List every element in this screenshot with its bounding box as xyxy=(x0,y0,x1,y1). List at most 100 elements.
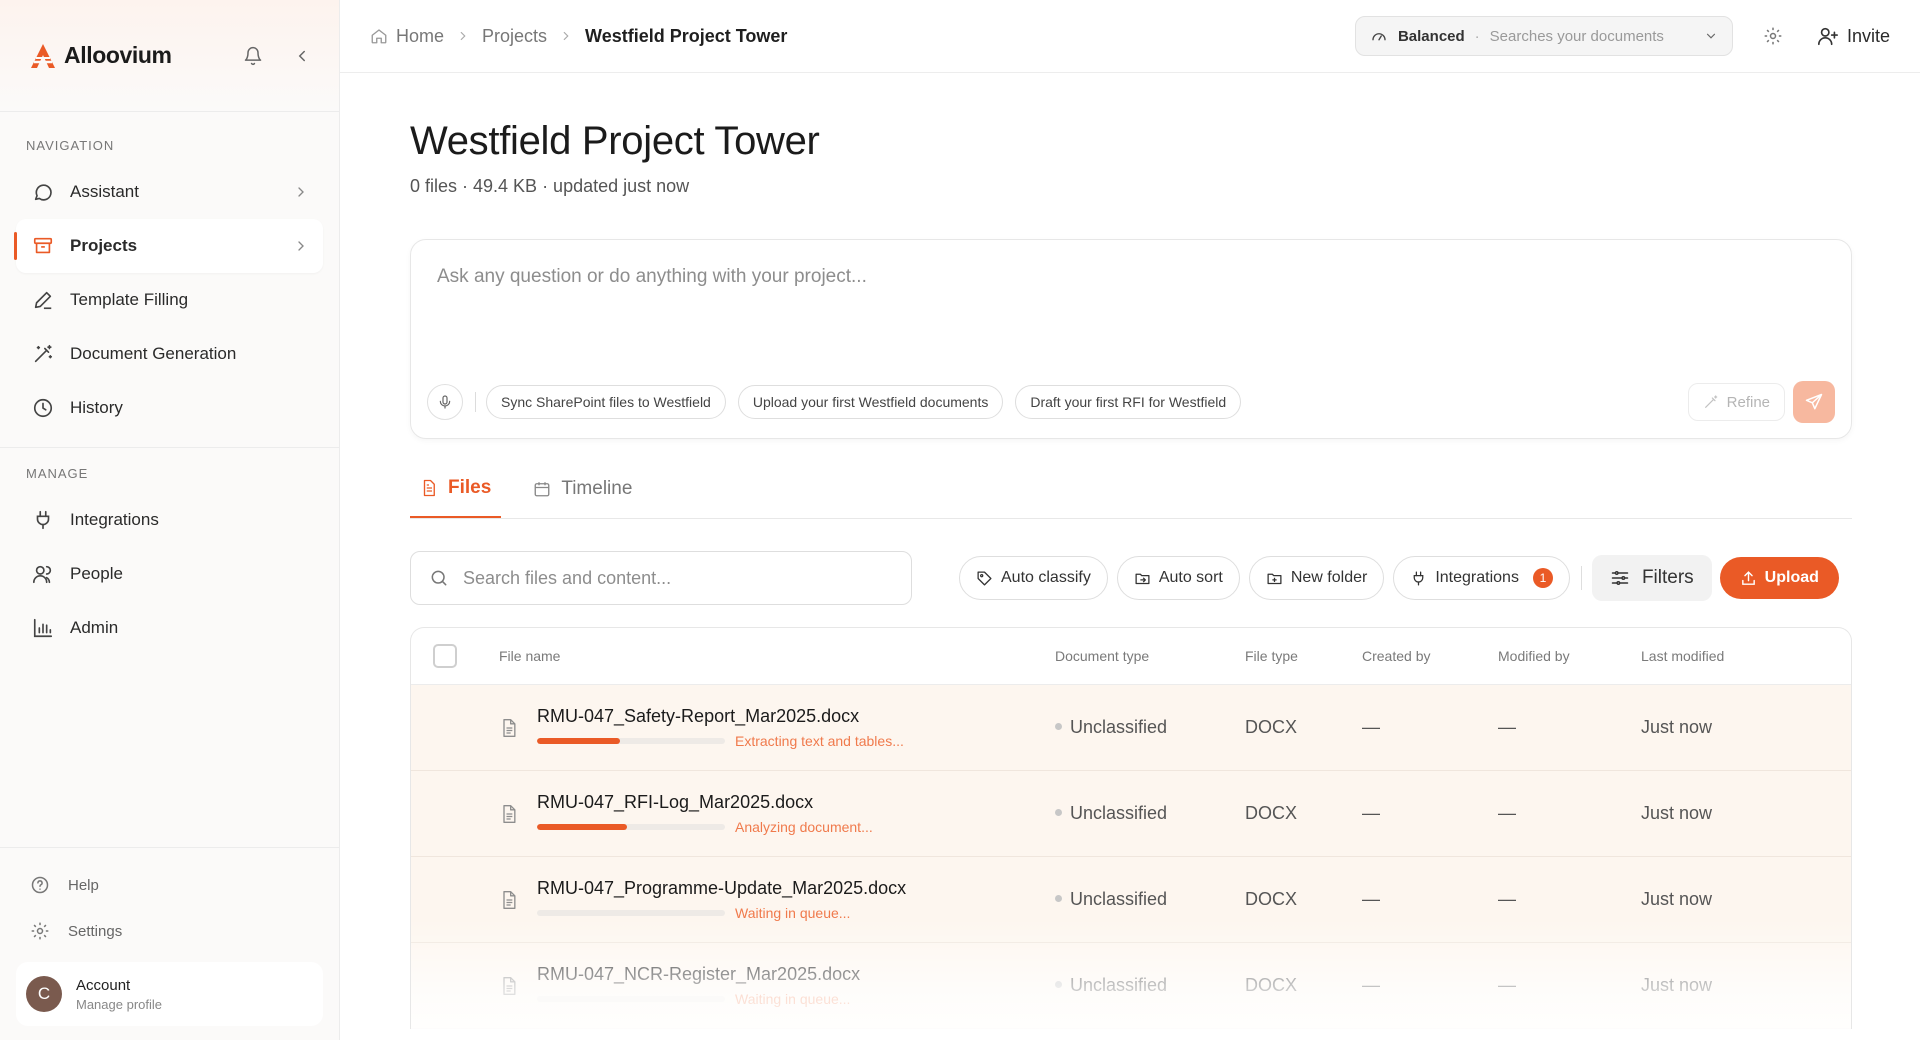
file-type: DOCX xyxy=(1245,717,1298,737)
sidebar-item-projects[interactable]: Projects xyxy=(14,219,323,273)
file-name[interactable]: RMU-047_Programme-Update_Mar2025.docx xyxy=(537,878,906,899)
search-mode-dropdown[interactable]: Balanced · Searches your documents xyxy=(1354,16,1733,56)
file-name[interactable]: RMU-047_NCR-Register_Mar2025.docx xyxy=(537,964,860,985)
created-by: — xyxy=(1362,717,1380,737)
sidebar-item-people[interactable]: People xyxy=(16,547,323,601)
chevron-right-icon xyxy=(293,238,309,254)
sidebar-item-document-generation[interactable]: Document Generation xyxy=(16,327,323,381)
ask-composer[interactable]: Ask any question or do anything with you… xyxy=(410,239,1852,439)
top-bar: Home Projects Westfield Project Tower Ba… xyxy=(340,0,1920,73)
sidebar-item-assistant[interactable]: Assistant xyxy=(16,165,323,219)
magic-wand-icon xyxy=(1703,394,1719,410)
modified-by: — xyxy=(1498,975,1516,995)
bell-icon[interactable] xyxy=(243,46,263,66)
microphone-button[interactable] xyxy=(427,384,463,420)
tab-label: Files xyxy=(448,477,492,498)
refine-button[interactable]: Refine xyxy=(1687,383,1785,421)
suggestion-chip[interactable]: Sync SharePoint files to Westfield xyxy=(486,385,726,419)
help-link[interactable]: Help xyxy=(16,862,323,908)
tab-label: Timeline xyxy=(561,478,633,499)
new-folder-label: New folder xyxy=(1290,569,1368,586)
account-subtitle: Manage profile xyxy=(76,996,162,1012)
search-input[interactable]: Search files and content... xyxy=(410,551,912,605)
brand-logo[interactable]: Alloovium xyxy=(28,42,172,70)
upload-label: Upload xyxy=(1764,569,1819,586)
column-header-created-by[interactable]: Created by xyxy=(1362,648,1498,664)
created-by: — xyxy=(1362,889,1380,909)
auto-classify-button[interactable]: Auto classify xyxy=(959,556,1108,600)
brand-row: Alloovium xyxy=(0,0,339,112)
suggestion-chip[interactable]: Upload your first Westfield documents xyxy=(737,385,1004,419)
breadcrumb-current: Westfield Project Tower xyxy=(585,25,788,46)
sidebar-item-admin[interactable]: Admin xyxy=(16,601,323,655)
created-by: — xyxy=(1362,975,1380,995)
last-modified: Just now xyxy=(1641,975,1713,995)
filters-button[interactable]: Filters xyxy=(1591,555,1712,601)
sidebar-item-label: Admin xyxy=(70,618,119,637)
sidebar-item-template-filling[interactable]: Template Filling xyxy=(16,273,323,327)
breadcrumb-separator-icon xyxy=(456,29,470,43)
archive-box-icon xyxy=(30,233,56,259)
integrations-count-badge: 1 xyxy=(1532,568,1553,588)
breadcrumb-projects[interactable]: Projects xyxy=(482,26,547,47)
column-header-file-type[interactable]: File type xyxy=(1245,648,1362,664)
magic-wand-icon xyxy=(30,341,56,367)
processing-status: Extracting text and tables... xyxy=(735,733,904,749)
microphone-icon xyxy=(437,394,453,410)
collapse-sidebar-icon[interactable] xyxy=(293,47,311,65)
folder-sort-icon xyxy=(1134,570,1151,587)
last-modified: Just now xyxy=(1641,717,1713,737)
document-type: Unclassified xyxy=(1070,803,1168,823)
status-dot xyxy=(1055,894,1062,902)
chat-bubble-icon xyxy=(30,179,56,205)
file-name[interactable]: RMU-047_Safety-Report_Mar2025.docx xyxy=(537,706,904,727)
table-row[interactable]: RMU-047_Safety-Report_Mar2025.docx Extra… xyxy=(411,685,1851,771)
file-document-icon xyxy=(499,889,537,911)
auto-sort-label: Auto sort xyxy=(1158,569,1223,586)
suggestion-chip[interactable]: Draft your first RFI for Westfield xyxy=(1015,385,1242,419)
processing-progress-bar xyxy=(537,824,725,830)
breadcrumb-home-label: Home xyxy=(396,25,445,46)
tag-icon xyxy=(976,570,993,587)
upload-button[interactable]: Upload xyxy=(1719,557,1839,599)
divider xyxy=(1580,566,1582,590)
sidebar-item-history[interactable]: History xyxy=(16,381,323,435)
sidebar-item-label: Integrations xyxy=(70,510,159,529)
divider xyxy=(475,392,476,412)
settings-link[interactable]: Settings xyxy=(16,908,323,954)
help-circle-icon xyxy=(30,875,54,895)
column-header-last-modified[interactable]: Last modified xyxy=(1641,648,1841,664)
status-dot xyxy=(1055,980,1062,988)
plug-icon xyxy=(30,507,56,533)
breadcrumb-home[interactable]: Home xyxy=(370,26,444,47)
file-type: DOCX xyxy=(1245,975,1298,995)
sidebar-item-integrations[interactable]: Integrations xyxy=(16,493,323,547)
project-tabs: Files Timeline xyxy=(410,461,1852,519)
new-folder-button[interactable]: New folder xyxy=(1248,556,1385,600)
tab-timeline[interactable]: Timeline xyxy=(523,460,642,518)
send-button[interactable] xyxy=(1793,381,1835,423)
select-all-checkbox[interactable] xyxy=(433,644,457,668)
table-row[interactable]: RMU-047_RFI-Log_Mar2025.docx Analyzing d… xyxy=(411,771,1851,857)
invite-button[interactable]: Invite xyxy=(1817,25,1890,47)
column-header-file-name[interactable]: File name xyxy=(499,648,1055,664)
table-header: File name Document type File type Create… xyxy=(411,628,1851,685)
search-icon xyxy=(429,568,449,588)
file-name[interactable]: RMU-047_RFI-Log_Mar2025.docx xyxy=(537,792,873,813)
pencil-icon xyxy=(30,287,56,313)
main-nav: Assistant Projects Template Filling Docu… xyxy=(0,165,339,435)
main-content: Home Projects Westfield Project Tower Ba… xyxy=(340,0,1920,1040)
column-header-document-type[interactable]: Document type xyxy=(1055,648,1245,664)
search-placeholder: Search files and content... xyxy=(463,567,672,588)
search-mode-value: Balanced xyxy=(1397,27,1465,45)
modified-by: — xyxy=(1498,803,1516,823)
account-card[interactable]: C Account Manage profile xyxy=(16,962,323,1026)
table-row[interactable]: RMU-047_NCR-Register_Mar2025.docx Waitin… xyxy=(411,943,1851,1029)
integrations-button[interactable]: Integrations 1 xyxy=(1393,556,1570,600)
gear-icon xyxy=(30,921,54,941)
column-header-modified-by[interactable]: Modified by xyxy=(1498,648,1641,664)
tab-files[interactable]: Files xyxy=(410,460,502,518)
auto-sort-button[interactable]: Auto sort xyxy=(1116,556,1240,600)
project-settings-gear-icon[interactable] xyxy=(1763,26,1783,46)
table-row[interactable]: RMU-047_Programme-Update_Mar2025.docx Wa… xyxy=(411,857,1851,943)
